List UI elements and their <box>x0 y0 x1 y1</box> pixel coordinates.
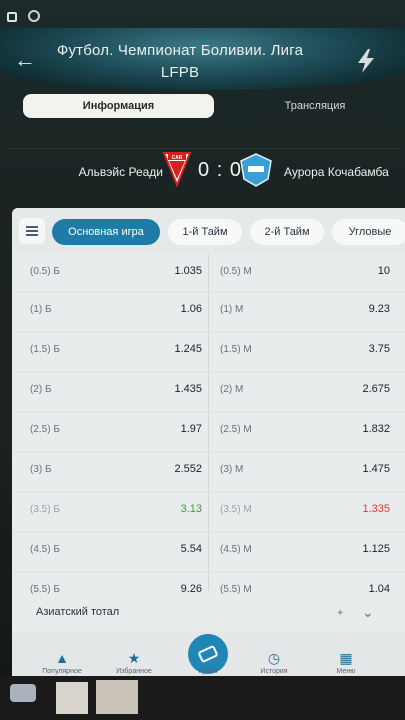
taskbar-app-icon[interactable] <box>96 680 138 714</box>
under-odds-falling[interactable]: 1.335 <box>342 503 390 515</box>
over-odds[interactable]: 1.035 <box>160 265 202 277</box>
over-label: (0.5) Б <box>30 266 60 277</box>
over-label: (2) Б <box>30 384 52 395</box>
odds-row: (0.5) Б 1.035 (0.5) М 10 <box>12 254 405 294</box>
nav-coupon[interactable]: Купон <box>178 666 238 675</box>
odds-panel: Основная игра 1-й Тайм 2-й Тайм Угловые … <box>12 208 405 688</box>
nav-label: Избранное <box>116 668 152 675</box>
over-odds[interactable]: 1.06 <box>160 303 202 315</box>
under-odds[interactable]: 1.125 <box>342 543 390 555</box>
nav-label: Меню <box>336 668 356 675</box>
filter-main-game[interactable]: Основная игра <box>52 219 160 245</box>
under-label: (3) М <box>220 464 244 475</box>
home-logo-text: CAR <box>172 155 183 161</box>
match-scoreboard: Альвэйс Реади CAR 0 : 0 Аурора Кочабамба <box>8 148 400 204</box>
over-odds[interactable]: 1.245 <box>160 343 202 355</box>
odds-row: (2) Б 1.435 (2) М 2.675 <box>12 372 405 412</box>
under-odds[interactable]: 10 <box>342 265 390 277</box>
app-screen: ← Футбол. Чемпионат Боливии. Лига LFPB И… <box>0 0 405 720</box>
over-label: (2.5) Б <box>30 424 60 435</box>
odds-row: (2.5) Б 1.97 (2.5) М 1.832 <box>12 412 405 452</box>
page-title: Футбол. Чемпионат Боливии. Лига LFPB <box>56 42 304 81</box>
asian-total-label: Азиатский тотал <box>36 606 120 618</box>
header: ← Футбол. Чемпионат Боливии. Лига LFPB <box>0 28 405 90</box>
clock-icon: ◷ <box>267 650 281 666</box>
away-team-logo <box>240 153 272 187</box>
odds-row: (1.5) Б 1.245 (1.5) М 3.75 <box>12 332 405 372</box>
pin-icon[interactable]: ✦ <box>336 608 346 619</box>
filter-first-half[interactable]: 1-й Тайм <box>168 219 242 245</box>
device-taskbar <box>0 676 405 720</box>
nav-label: Купон <box>198 668 218 675</box>
over-label: (3) Б <box>30 464 52 475</box>
under-label: (2) М <box>220 384 244 395</box>
tab-info[interactable]: Информация <box>23 94 214 118</box>
over-odds[interactable]: 5.54 <box>160 543 202 555</box>
under-label: (2.5) М <box>220 424 252 435</box>
over-odds[interactable]: 2.552 <box>160 463 202 475</box>
nav-history[interactable]: ◷ История <box>244 650 304 675</box>
over-label: (1.5) Б <box>30 344 60 355</box>
under-odds[interactable]: 9.23 <box>342 303 390 315</box>
over-odds-rising[interactable]: 3.13 <box>160 503 202 515</box>
odds-row: (1) Б 1.06 (1) М 9.23 <box>12 292 405 332</box>
under-label: (1.5) М <box>220 344 252 355</box>
bolt-icon[interactable] <box>355 48 377 74</box>
over-odds[interactable]: 1.97 <box>160 423 202 435</box>
under-odds[interactable]: 1.475 <box>342 463 390 475</box>
tab-broadcast[interactable]: Трансляция <box>260 94 370 118</box>
odds-row: (3.5) Б 3.13 (3.5) М 1.335 <box>12 492 405 532</box>
odds-row: (4.5) Б 5.54 (4.5) М 1.125 <box>12 532 405 572</box>
filter-corners[interactable]: Угловые <box>332 219 405 245</box>
over-odds[interactable]: 9.26 <box>160 583 202 595</box>
sync-icon <box>28 10 40 22</box>
nav-label: Популярное <box>42 668 82 675</box>
grid-icon: ▦ <box>339 650 353 666</box>
away-team-name: Аурора Кочабамба <box>284 165 389 179</box>
match-score: 0 : 0 <box>198 159 242 181</box>
star-icon: ★ <box>127 650 141 666</box>
under-label: (0.5) М <box>220 266 252 277</box>
under-label: (4.5) М <box>220 544 252 555</box>
under-odds[interactable]: 1.04 <box>342 583 390 595</box>
notification-icon <box>7 12 17 22</box>
under-odds[interactable]: 3.75 <box>342 343 390 355</box>
under-odds[interactable]: 1.832 <box>342 423 390 435</box>
status-bar <box>0 0 405 30</box>
over-label: (3.5) Б <box>30 504 60 515</box>
arrow-left-icon[interactable]: ← <box>14 48 38 72</box>
filter-second-half[interactable]: 2-й Тайм <box>250 219 324 245</box>
nav-label: История <box>260 668 288 675</box>
home-team-logo: CAR <box>162 152 192 187</box>
over-label: (4.5) Б <box>30 544 60 555</box>
list-icon[interactable] <box>19 218 45 244</box>
taskbar-app-icon[interactable] <box>56 682 88 714</box>
chevron-down-icon[interactable]: ⌄ <box>362 604 376 620</box>
under-label: (5.5) М <box>220 584 252 595</box>
under-odds[interactable]: 2.675 <box>342 383 390 395</box>
nav-favorites[interactable]: ★ Избранное <box>104 650 164 675</box>
nav-popular[interactable]: ▲ Популярное <box>32 650 92 675</box>
fire-icon: ▲ <box>55 650 69 666</box>
home-team-name: Альвэйс Реади <box>78 165 163 179</box>
tabs-bar: Информация Трансляция <box>0 90 405 124</box>
under-label: (3.5) М <box>220 504 252 515</box>
market-filter-row: Основная игра 1-й Тайм 2-й Тайм Угловые <box>12 208 405 254</box>
nav-menu[interactable]: ▦ Меню <box>316 650 376 675</box>
over-label: (5.5) Б <box>30 584 60 595</box>
over-odds[interactable]: 1.435 <box>160 383 202 395</box>
under-label: (1) М <box>220 304 244 315</box>
odds-row: (3) Б 2.552 (3) М 1.475 <box>12 452 405 492</box>
taskbar-app-icon[interactable] <box>10 684 36 702</box>
asian-total-section[interactable]: Азиатский тотал ✦ ⌄ <box>12 596 405 632</box>
over-label: (1) Б <box>30 304 52 315</box>
